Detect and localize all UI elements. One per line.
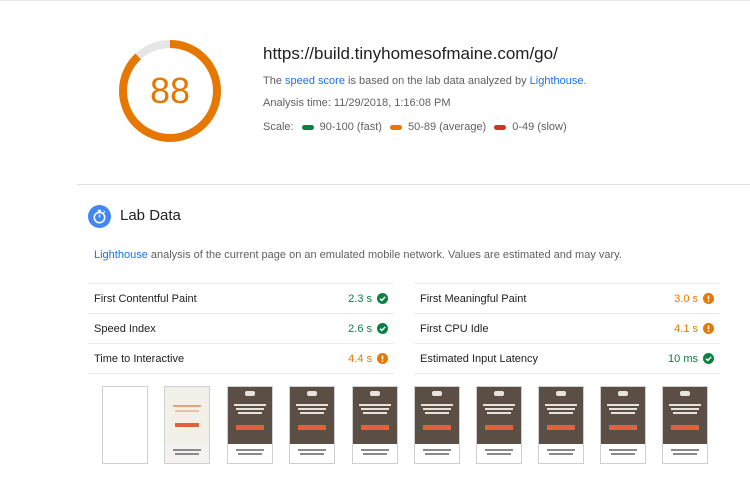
score-gauge: 88	[117, 38, 223, 144]
lab-data-title: Lab Data	[120, 207, 181, 224]
filmstrip-frame-loading	[164, 386, 210, 464]
filmstrip-frame	[662, 386, 708, 464]
score-description: The speed score is based on the lab data…	[263, 75, 587, 87]
average-info-icon	[377, 353, 388, 364]
score-scale: Scale: 90-100 (fast) 50-89 (average) 0-4…	[263, 121, 575, 133]
pass-check-icon	[377, 293, 388, 304]
scale-slow-label: 0-49 (slow)	[512, 121, 567, 133]
metric-value: 4.1 s	[674, 322, 698, 335]
section-divider	[77, 184, 750, 185]
metric-estimated-input-latency: Estimated Input Latency 10 ms	[414, 344, 720, 374]
scale-average: 50-89 (average)	[389, 121, 487, 133]
metric-speed-index: Speed Index 2.6 s	[88, 314, 394, 344]
lab-description: Lighthouse analysis of the current page …	[94, 249, 622, 261]
desc-suffix: .	[583, 75, 587, 87]
metric-name: First Contentful Paint	[94, 292, 197, 305]
pass-check-icon	[703, 353, 714, 364]
filmstrip-frame	[538, 386, 584, 464]
lab-desc-text: analysis of the current page on an emula…	[147, 249, 622, 261]
metric-first-contentful-paint: First Contentful Paint 2.3 s	[88, 284, 394, 314]
filmstrip-frame	[227, 386, 273, 464]
metric-value: 4.4 s	[348, 352, 372, 365]
filmstrip-frame	[600, 386, 646, 464]
metric-name: Speed Index	[94, 322, 156, 335]
filmstrip-frame	[414, 386, 460, 464]
metric-value: 3.0 s	[674, 292, 698, 305]
slow-pill-icon	[494, 124, 507, 130]
desc-prefix: The	[263, 75, 286, 87]
average-pill-icon	[389, 124, 402, 130]
fast-pill-icon	[301, 124, 314, 130]
analysis-time: Analysis time: 11/29/2018, 1:16:08 PM	[263, 97, 451, 109]
metrics-left-column: First Contentful Paint 2.3 s Speed Index…	[88, 283, 394, 374]
metric-name: Time to Interactive	[94, 352, 185, 365]
metrics-right-column: First Meaningful Paint 3.0 s First CPU I…	[414, 283, 720, 374]
filmstrip-frame	[476, 386, 522, 464]
scale-label: Scale:	[263, 121, 294, 133]
filmstrip-frame	[352, 386, 398, 464]
speed-score-link[interactable]: speed score	[285, 75, 345, 87]
metric-first-meaningful-paint: First Meaningful Paint 3.0 s	[414, 284, 720, 314]
scale-average-label: 50-89 (average)	[407, 121, 487, 133]
filmstrip	[102, 386, 712, 464]
top-rule	[0, 0, 750, 1]
metric-first-cpu-idle: First CPU Idle 4.1 s	[414, 314, 720, 344]
metric-value: 2.3 s	[348, 292, 372, 305]
scale-slow: 0-49 (slow)	[494, 121, 567, 133]
metric-value: 10 ms	[668, 352, 698, 365]
scale-fast-label: 90-100 (fast)	[319, 121, 382, 133]
desc-middle: is based on the lab data analyzed by	[344, 75, 530, 87]
metric-value: 2.6 s	[348, 322, 372, 335]
lab-lighthouse-link[interactable]: Lighthouse	[94, 249, 148, 261]
score-value: 88	[149, 70, 191, 111]
filmstrip-frame	[289, 386, 335, 464]
pass-check-icon	[377, 323, 388, 334]
filmstrip-frame-blank	[102, 386, 148, 464]
page-url: https://build.tinyhomesofmaine.com/go/	[263, 44, 558, 63]
stopwatch-icon	[88, 205, 111, 228]
metric-name: First CPU Idle	[420, 322, 489, 335]
average-info-icon	[703, 293, 714, 304]
scale-fast: 90-100 (fast)	[301, 121, 382, 133]
lighthouse-link[interactable]: Lighthouse	[530, 75, 584, 87]
metric-time-to-interactive: Time to Interactive 4.4 s	[88, 344, 394, 374]
average-info-icon	[703, 323, 714, 334]
metric-name: Estimated Input Latency	[420, 352, 539, 365]
metrics-grid: First Contentful Paint 2.3 s Speed Index…	[88, 283, 720, 374]
metric-name: First Meaningful Paint	[420, 292, 527, 305]
